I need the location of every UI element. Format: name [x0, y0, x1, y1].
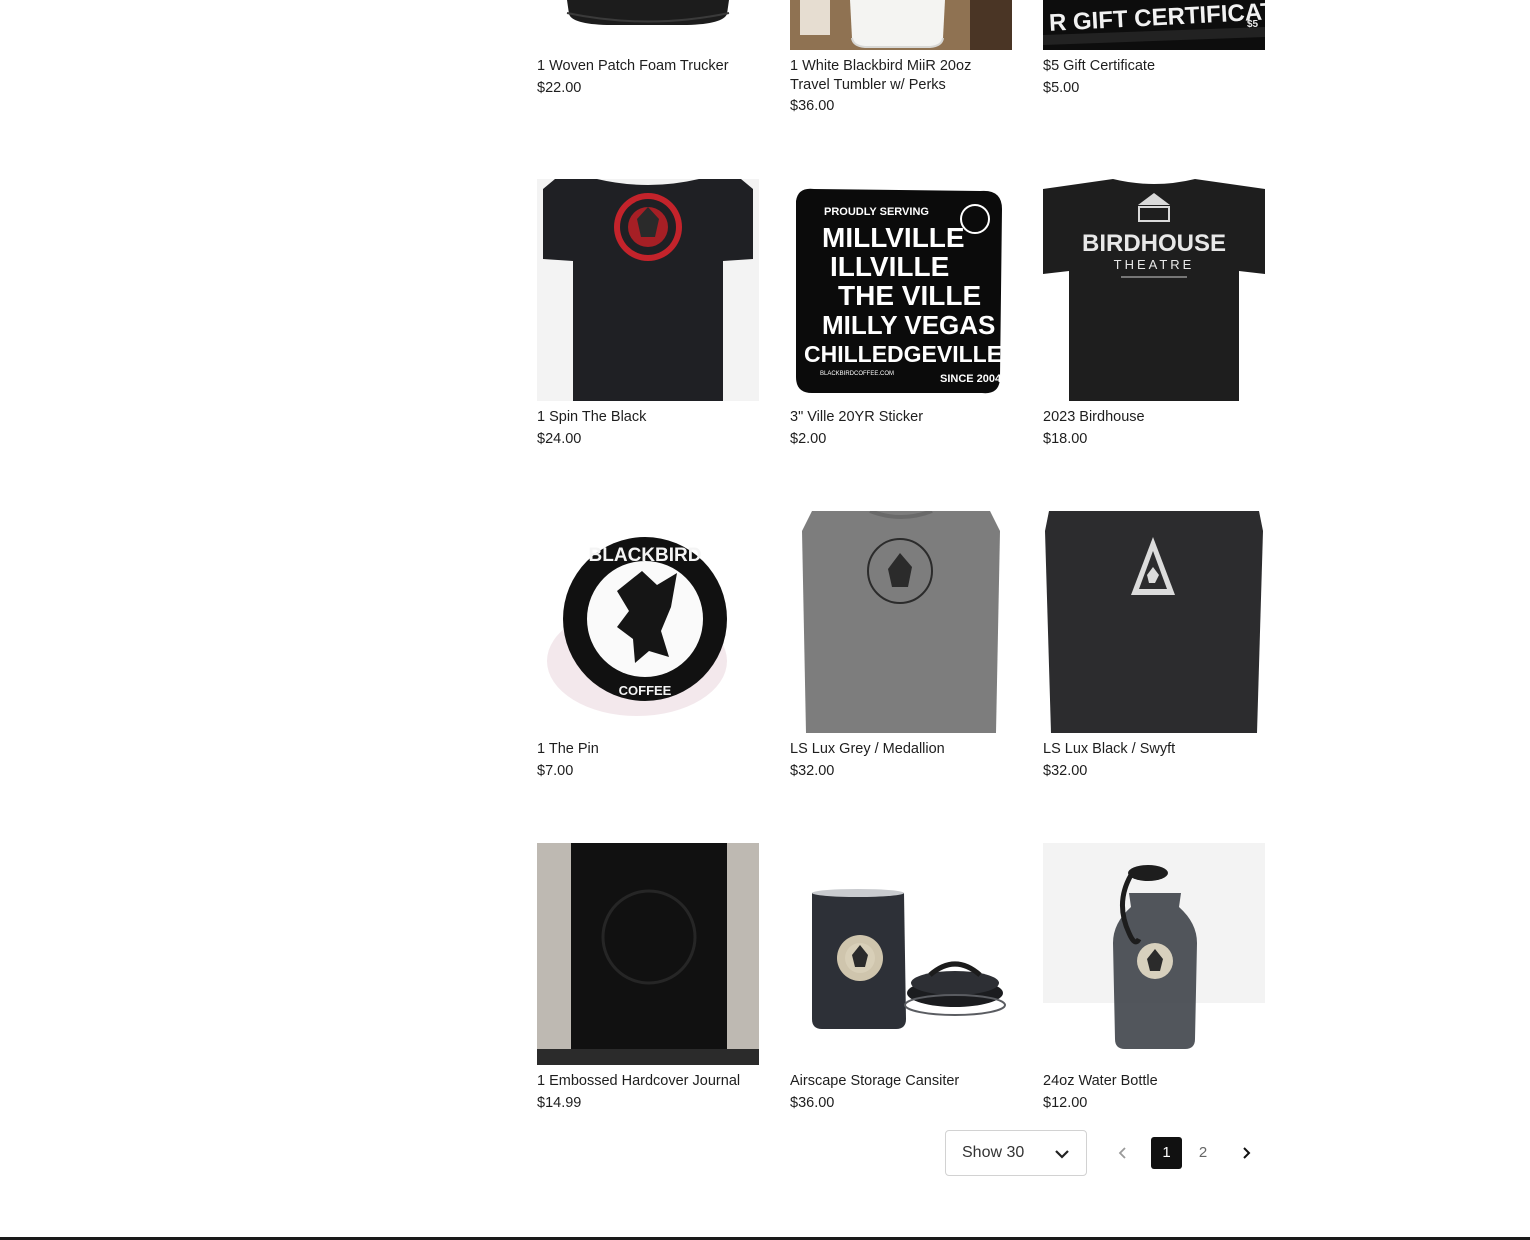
product-price: $32.00 — [790, 763, 835, 779]
sticker-header-text: PROUDLY SERVING — [824, 206, 929, 218]
product-price: $22.00 — [537, 80, 582, 96]
product-price: $32.00 — [1043, 763, 1088, 779]
page-2-button[interactable]: 2 — [1188, 1137, 1218, 1169]
pin-top-text: BLACKBIRD — [589, 545, 702, 566]
product-title[interactable]: 1 White Blackbird MiiR 20oz Travel Tumbl… — [790, 57, 1012, 95]
product-price: $14.99 — [537, 1095, 582, 1111]
chevron-right-icon — [1243, 1147, 1251, 1159]
product-title[interactable]: Airscape Storage Cansiter — [790, 1072, 1012, 1091]
product-image[interactable] — [1043, 843, 1265, 1065]
page-size-label: Show 30 — [962, 1144, 1025, 1161]
product-image[interactable]: BLACKBIRD COFFEE — [537, 511, 759, 733]
birdhouse-subtitle-text: THEATRE — [1114, 257, 1195, 272]
product-title[interactable]: 1 Embossed Hardcover Journal — [537, 1072, 759, 1091]
sticker-line-text: CHILLEDGEVILLE — [804, 341, 1002, 367]
product-image[interactable]: PROUDLY SERVING MILLVILLE ILLVILLE THE V… — [790, 179, 1012, 401]
sticker-line-text: MILLVILLE — [822, 222, 965, 253]
page-size-select[interactable]: Show 30 — [945, 1130, 1087, 1176]
product-price: $36.00 — [790, 98, 835, 114]
chevron-left-icon — [1118, 1147, 1126, 1159]
product-title[interactable]: 1 Spin The Black — [537, 408, 759, 427]
birdhouse-title-text: BIRDHOUSE — [1082, 230, 1226, 257]
product-image[interactable] — [790, 0, 1012, 50]
chevron-down-icon — [1054, 1147, 1070, 1165]
product-image[interactable] — [790, 843, 1012, 1065]
product-title[interactable]: LS Lux Grey / Medallion — [790, 740, 1012, 759]
product-price: $18.00 — [1043, 431, 1088, 447]
pagination-bar: Show 30 1 2 — [945, 1130, 1265, 1178]
prev-page-button[interactable] — [1108, 1137, 1138, 1169]
product-image[interactable] — [790, 511, 1012, 733]
product-price: $7.00 — [537, 763, 574, 779]
sticker-line-text: ILLVILLE — [830, 251, 949, 282]
product-image[interactable] — [1043, 511, 1265, 733]
product-price: $36.00 — [790, 1095, 835, 1111]
product-image[interactable] — [537, 179, 759, 401]
sticker-footer-left-text: BLACKBIRDCOFFEE.COM — [820, 371, 894, 377]
product-title[interactable]: 24oz Water Bottle — [1043, 1072, 1265, 1091]
pin-bottom-text: COFFEE — [619, 683, 672, 698]
product-image[interactable] — [537, 0, 759, 50]
sticker-footer-right-text: SINCE 2004 — [940, 373, 1002, 385]
product-price: $12.00 — [1043, 1095, 1088, 1111]
sticker-line-text: THE VILLE — [838, 280, 981, 311]
sticker-line-text: MILLY VEGAS — [822, 310, 995, 340]
product-title[interactable]: $5 Gift Certificate — [1043, 57, 1265, 76]
product-title[interactable]: LS Lux Black / Swyft — [1043, 740, 1265, 759]
product-title[interactable]: 3" Ville 20YR Sticker — [790, 408, 1012, 427]
page-1-button[interactable]: 1 — [1151, 1137, 1182, 1169]
product-title[interactable]: 2023 Birdhouse — [1043, 408, 1265, 427]
product-price: $24.00 — [537, 431, 582, 447]
product-price: $2.00 — [790, 431, 827, 447]
product-title[interactable]: 1 Woven Patch Foam Trucker — [537, 57, 759, 76]
product-price: $5.00 — [1043, 80, 1080, 96]
product-image[interactable] — [537, 843, 759, 1065]
product-image[interactable]: R GIFT CERTIFICATE $5 — [1043, 0, 1265, 50]
next-page-button[interactable] — [1231, 1137, 1261, 1169]
product-image[interactable]: BIRDHOUSE THEATRE — [1043, 179, 1265, 401]
product-title[interactable]: 1 The Pin — [537, 740, 759, 759]
